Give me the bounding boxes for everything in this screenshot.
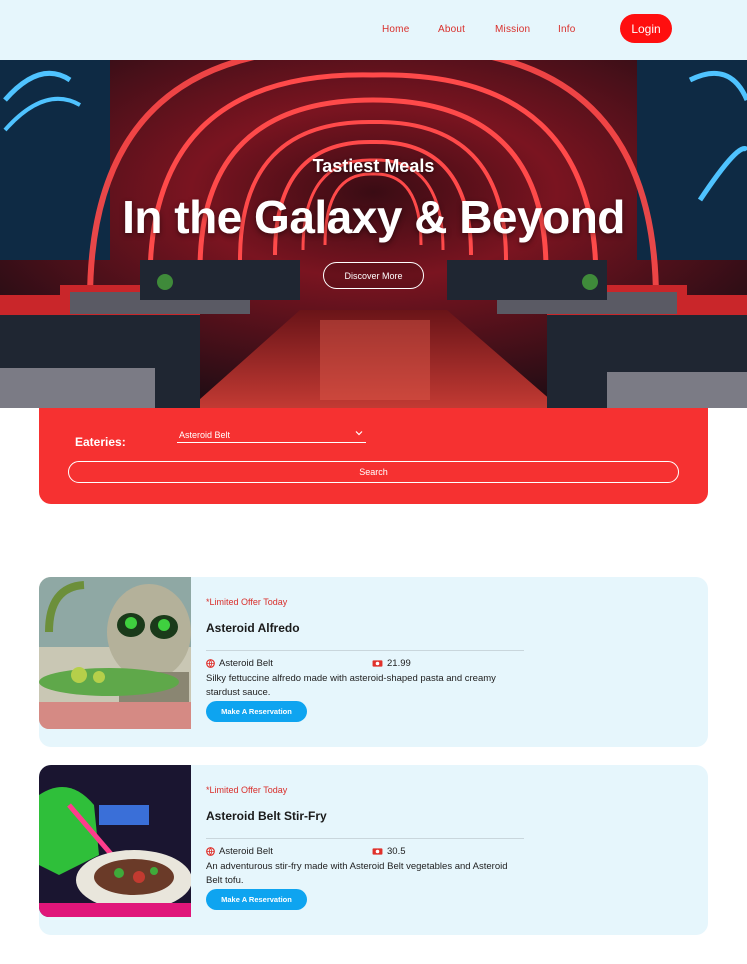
chevron-down-icon <box>355 431 363 436</box>
location-text: Asteroid Belt <box>219 846 273 857</box>
eatery-select-value: Asteroid Belt <box>179 430 231 440</box>
menu-item-card: *Limited Offer Today Asteroid Belt Stir-… <box>39 765 708 935</box>
hero-subtitle: Tastiest Meals <box>312 156 435 176</box>
dish-description: An adventurous stir-fry made with Astero… <box>206 861 508 886</box>
divider <box>206 650 524 651</box>
ticket-icon <box>372 848 383 855</box>
eatery-search-panel: Eateries: Asteroid Belt Search <box>39 408 708 504</box>
search-button[interactable]: Search <box>68 461 679 483</box>
nav-info[interactable]: Info <box>558 24 575 35</box>
login-button[interactable]: Login <box>620 14 672 43</box>
price-meta: 30.5 <box>372 846 406 857</box>
dish-description: Silky fettuccine alfredo made with aster… <box>206 673 496 698</box>
offer-label: *Limited Offer Today <box>206 597 288 607</box>
site-header: Home About Mission Info Login <box>0 0 747 60</box>
menu-item-card: *Limited Offer Today Asteroid Alfredo As… <box>39 577 708 747</box>
nav-about[interactable]: About <box>438 24 465 35</box>
dish-title: Asteroid Alfredo <box>206 621 300 635</box>
discover-more-button[interactable]: Discover More <box>323 262 424 289</box>
nav-mission[interactable]: Mission <box>495 24 530 35</box>
alien-alfredo-image <box>39 577 191 729</box>
globe-icon <box>206 847 215 856</box>
price-text: 30.5 <box>387 846 406 857</box>
nav-home[interactable]: Home <box>382 24 409 35</box>
location-meta: Asteroid Belt <box>206 846 273 857</box>
location-meta: Asteroid Belt <box>206 658 273 669</box>
eatery-select[interactable]: Asteroid Belt <box>177 430 366 443</box>
price-text: 21.99 <box>387 658 411 669</box>
stir-fry-image <box>39 765 191 917</box>
make-reservation-button[interactable]: Make A Reservation <box>206 889 307 910</box>
offer-label: *Limited Offer Today <box>206 785 288 795</box>
globe-icon <box>206 659 215 668</box>
ticket-icon <box>372 660 383 667</box>
hero-title: In the Galaxy & Beyond <box>122 191 625 243</box>
hero-banner: Tastiest Meals In the Galaxy & Beyond Di… <box>0 60 747 408</box>
divider <box>206 838 524 839</box>
make-reservation-button[interactable]: Make A Reservation <box>206 701 307 722</box>
location-text: Asteroid Belt <box>219 658 273 669</box>
price-meta: 21.99 <box>372 658 411 669</box>
dish-title: Asteroid Belt Stir-Fry <box>206 809 327 823</box>
eateries-label: Eateries: <box>75 435 126 449</box>
